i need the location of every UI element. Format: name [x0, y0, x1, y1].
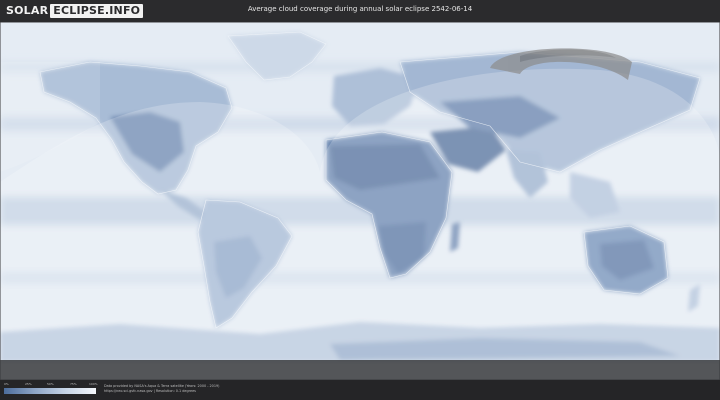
- page-title: Average cloud coverage during annual sol…: [247, 5, 473, 13]
- cloud-coverage-map: [0, 22, 720, 380]
- legend-labels: 0% 25% 50% 75% 100%: [4, 382, 98, 387]
- legend-label: 50%: [47, 382, 54, 386]
- legend-label: 25%: [25, 382, 32, 386]
- legend-label: 0%: [4, 382, 9, 386]
- credit-line-2[interactable]: https://neo.sci.gsfc.nasa.gov | Resoluti…: [104, 389, 219, 394]
- data-credit: Data provided by NASA's Aqua & Terra sat…: [104, 384, 219, 394]
- legend-label: 100%: [89, 382, 98, 386]
- legend-label: 75%: [70, 382, 77, 386]
- legend-color-scale: [4, 388, 96, 394]
